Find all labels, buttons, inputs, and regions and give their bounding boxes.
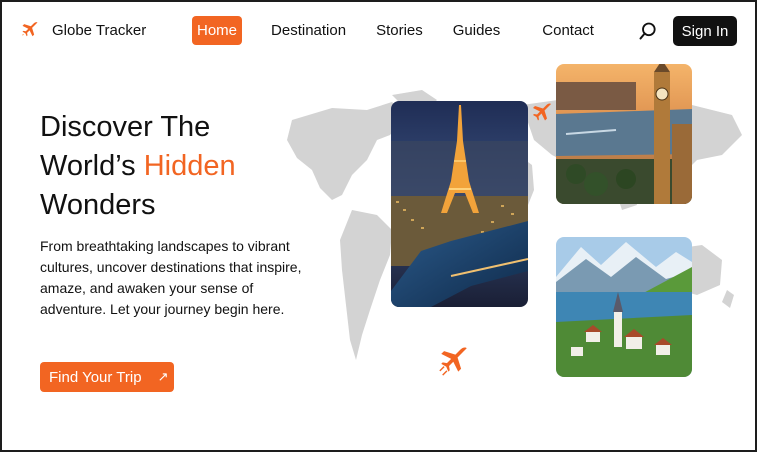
paris-eiffel-tower-photo: [391, 101, 528, 307]
brand-logo[interactable]: Globe Tracker: [20, 20, 146, 40]
hero-headline: Discover The World’s Hidden Wonders: [40, 108, 236, 225]
london-big-ben-photo: [556, 64, 692, 204]
cta-label: Find Your Trip: [49, 368, 142, 386]
headline-line-1: Discover The: [40, 111, 211, 143]
nav-item-guides[interactable]: Guides: [448, 16, 506, 45]
nav-item-home[interactable]: Home: [192, 16, 243, 45]
airplane-icon: [533, 103, 551, 121]
swiss-lake-village-photo: [556, 237, 692, 377]
nav-item-stories[interactable]: Stories: [371, 16, 428, 45]
headline-line-2-prefix: World’s: [40, 150, 144, 182]
nav-item-destination[interactable]: Destination: [266, 16, 351, 45]
airplane-icon: [22, 22, 38, 37]
main-navigation: Home Destination Stories Guides Contact: [192, 16, 615, 45]
hero-description: From breathtaking landscapes to vibrant …: [40, 238, 302, 317]
arrow-up-right-icon: ↗: [157, 369, 169, 384]
headline-line-3: Wonders: [40, 189, 156, 221]
airplane-icon: [439, 347, 467, 376]
search-icon[interactable]: [638, 21, 658, 41]
brand-name: Globe Tracker: [52, 21, 147, 39]
page-frame: Globe Tracker Home Destination Stories G…: [0, 0, 757, 452]
headline-accent-word: Hidden: [143, 150, 236, 182]
sign-in-button[interactable]: Sign In: [673, 16, 737, 46]
find-your-trip-button[interactable]: Find Your Trip ↗: [40, 362, 174, 392]
nav-item-contact[interactable]: Contact: [537, 16, 599, 45]
